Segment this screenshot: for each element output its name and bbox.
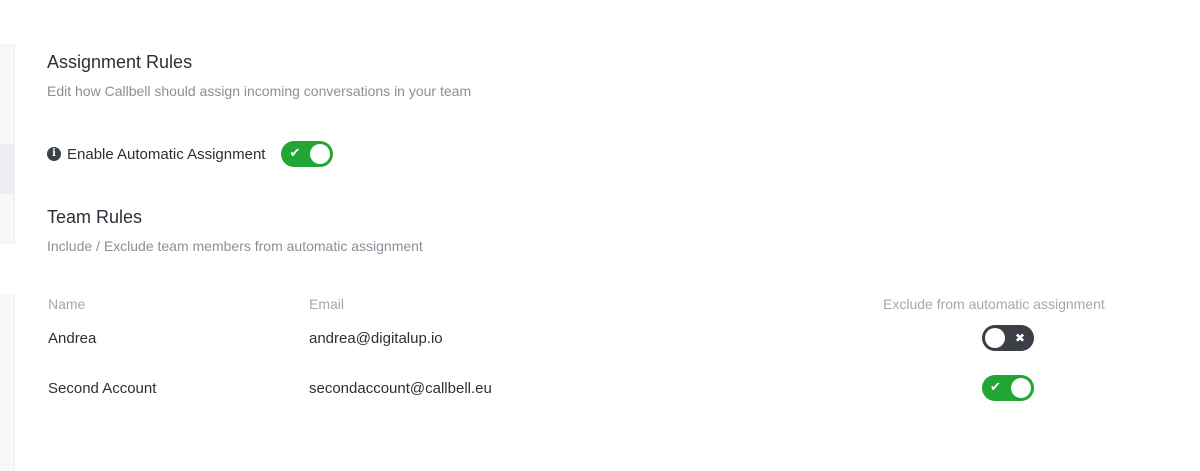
- sidebar-divider: [14, 44, 15, 244]
- column-header-exclude: Exclude from automatic assignment: [883, 296, 1105, 312]
- toggle-knob: [310, 144, 331, 164]
- team-rules-title: Team Rules: [47, 207, 143, 227]
- exclude-toggle-andrea[interactable]: ✖: [982, 325, 1034, 351]
- team-rules-description: Include / Exclude team members from auto…: [47, 238, 423, 254]
- toggle-knob: [985, 328, 1005, 348]
- column-header-name: Name: [48, 296, 86, 312]
- enable-automatic-assignment-label: Enable Automatic Assignment: [67, 145, 266, 163]
- enable-automatic-assignment-row: i Enable Automatic Assignment ✔: [47, 141, 334, 167]
- close-icon: ✖: [1014, 331, 1025, 345]
- member-email: andrea@digitalup.io: [309, 330, 443, 347]
- toggle-knob: [1011, 378, 1031, 398]
- check-icon: ✔: [289, 146, 301, 161]
- assignment-rules-description: Edit how Callbell should assign incoming…: [47, 83, 472, 99]
- info-circle-icon[interactable]: i: [47, 147, 61, 161]
- member-name: Second Account: [48, 380, 157, 397]
- member-name: Andrea: [48, 330, 97, 347]
- sidebar-panel-bottom: [0, 294, 14, 471]
- sidebar-divider: [14, 294, 15, 471]
- sidebar-item-active[interactable]: [0, 144, 14, 194]
- enable-automatic-assignment-toggle[interactable]: ✔: [281, 141, 334, 167]
- member-email: secondaccount@callbell.eu: [309, 380, 492, 397]
- column-header-email: Email: [309, 296, 345, 312]
- check-icon: ✔: [990, 380, 1001, 395]
- assignment-rules-title: Assignment Rules: [47, 52, 193, 72]
- exclude-toggle-second-account[interactable]: ✔: [982, 375, 1034, 401]
- settings-page: Assignment Rules Edit how Callbell shoul…: [0, 0, 1200, 471]
